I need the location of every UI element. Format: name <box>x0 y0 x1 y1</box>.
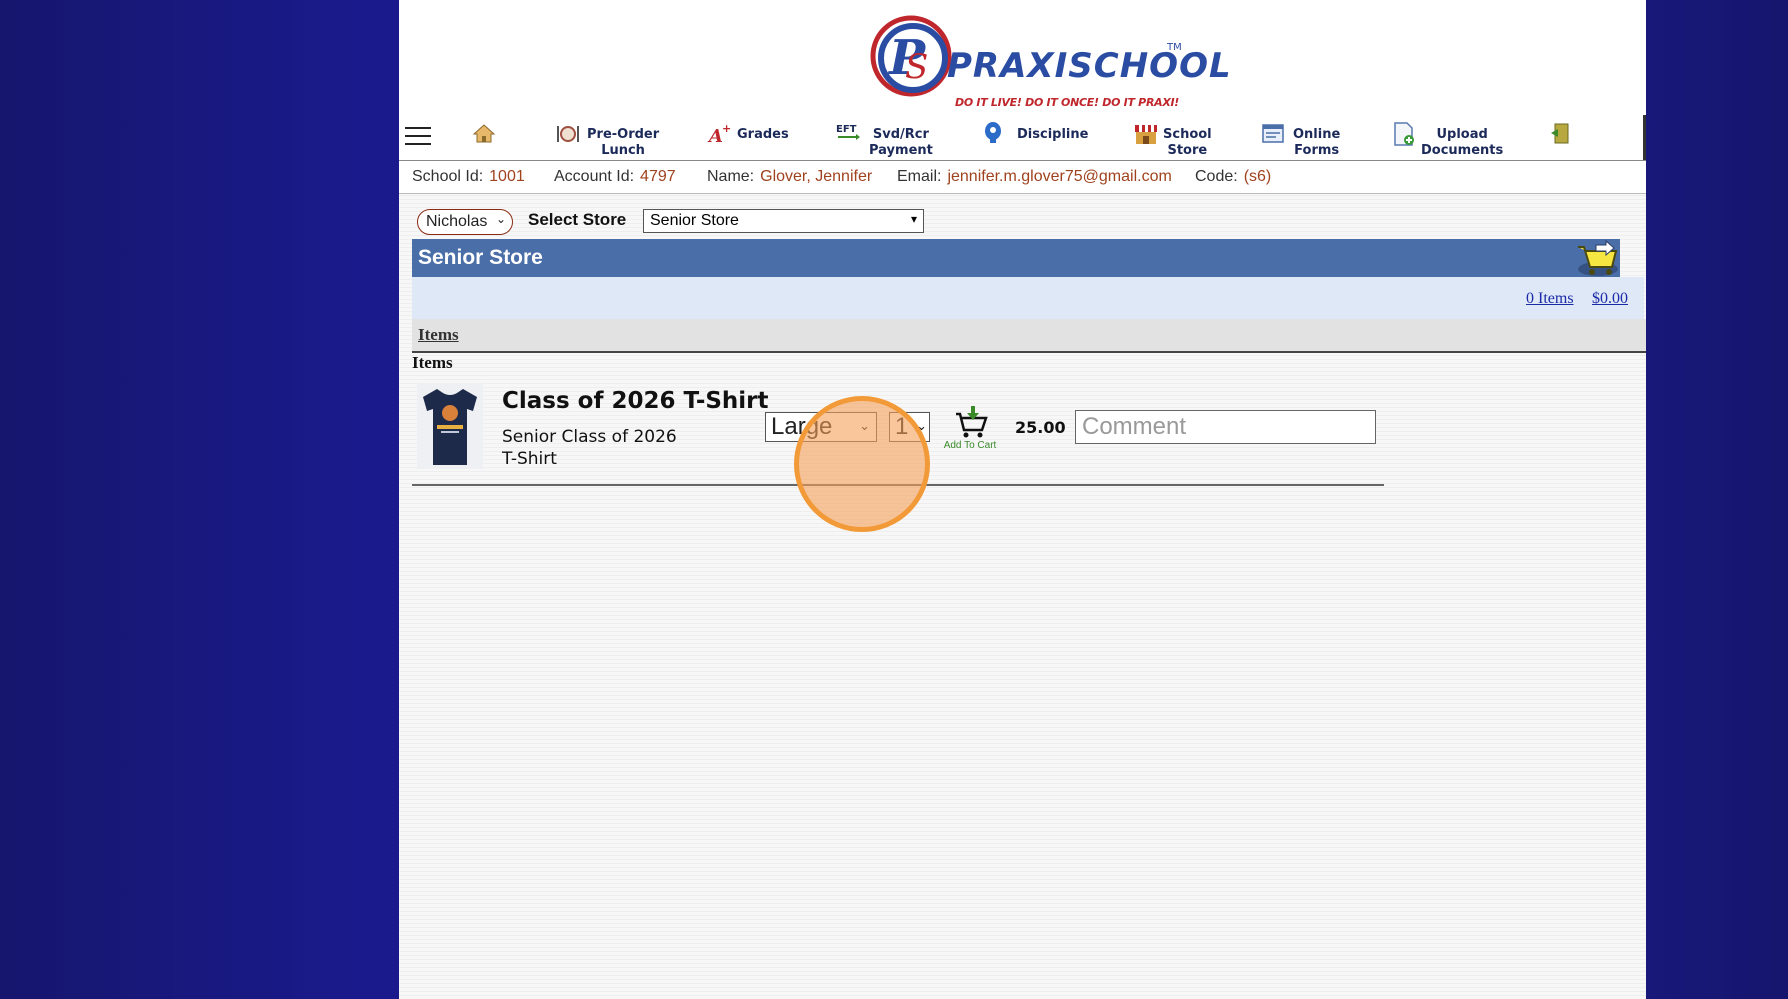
cart-items-link[interactable]: 0 Items <box>1526 290 1574 308</box>
forms-icon <box>1262 124 1284 143</box>
account-name: Name: Glover, Jennifer <box>707 168 872 186</box>
svg-text:A: A <box>707 126 723 147</box>
size-select-value: Large <box>771 413 833 440</box>
size-select[interactable]: Large ⌄ <box>765 412 877 442</box>
school-id-value: 1001 <box>489 168 525 185</box>
logo-swirl-icon: P S <box>870 15 952 97</box>
header: P S PRAXISCHOOL TM DO IT LIVE! DO IT ONC… <box>399 0 1646 115</box>
praxischool-logo[interactable]: P S PRAXISCHOOL TM DO IT LIVE! DO IT ONC… <box>869 8 1231 113</box>
svg-text:S: S <box>905 47 928 87</box>
chevron-down-icon: ⌄ <box>495 212 506 226</box>
account-info-bar: School Id: 1001 Account Id: 4797 Name: Glov… <box>399 161 1646 194</box>
add-to-cart-button[interactable]: Add To Cart <box>942 404 998 451</box>
email-value: jennifer.m.glover75@gmail.com <box>947 168 1172 185</box>
nav-edge <box>1643 115 1646 160</box>
store-select-value: Senior Store <box>650 212 739 229</box>
add-to-cart-icon <box>956 406 988 438</box>
chevron-down-icon: ⌄ <box>859 418 870 433</box>
upload-icon <box>1394 122 1414 146</box>
account-code: Code: (s6) <box>1195 168 1271 186</box>
nav-label: Upload Documents <box>1421 127 1504 158</box>
name-label: Name: <box>707 168 755 185</box>
logout-icon <box>1551 123 1569 144</box>
chevron-down-icon: ⌄ <box>916 418 927 433</box>
product-description: Senior Class of 2026 T-Shirt <box>502 427 677 469</box>
store-banner: Senior Store <box>412 239 1620 277</box>
store-title: Senior Store <box>418 246 543 269</box>
trademark: TM <box>1167 42 1182 53</box>
menu-icon[interactable] <box>405 127 431 147</box>
account-id-label: Account Id: <box>554 168 635 185</box>
school-id: School Id: 1001 <box>412 168 525 186</box>
tab-items[interactable]: Items <box>418 325 459 345</box>
tshirt-image[interactable] <box>417 383 483 469</box>
tagline: DO IT LIVE! DO IT ONCE! DO IT PRAXI! <box>955 96 1180 109</box>
product-row: Class of 2026 T-Shirt Senior Class of 20… <box>412 380 1384 486</box>
brand-name: PRAXISCHOOL <box>947 46 1232 86</box>
child-select-value: Nicholas <box>426 213 488 230</box>
nav-label: Online Forms <box>1293 127 1341 158</box>
nav-label: School Store <box>1163 127 1212 158</box>
nav-label: Pre-Order Lunch <box>587 127 660 158</box>
email-label: Email: <box>897 168 942 185</box>
cart-checkout-icon[interactable] <box>1572 239 1620 279</box>
main-nav: Pre-Order Lunch A + Grades EFT Svd/Rcr P… <box>399 115 1646 161</box>
quantity-select-value: 1 <box>895 413 909 440</box>
account-id: Account Id: 4797 <box>554 168 676 186</box>
comment-input[interactable] <box>1075 410 1376 444</box>
chevron-down-icon: ▾ <box>910 212 917 226</box>
select-store-label: Select Store <box>528 210 627 229</box>
store-select[interactable]: Senior Store ▾ <box>643 209 924 233</box>
add-to-cart-label: Add To Cart <box>943 440 997 451</box>
child-select[interactable]: Nicholas ⌄ <box>417 209 513 235</box>
code-value: (s6) <box>1243 168 1272 185</box>
cart-total-link[interactable]: $0.00 <box>1592 290 1628 308</box>
eft-icon: EFT <box>836 124 860 140</box>
cart-summary: 0 Items $0.00 <box>412 277 1644 319</box>
name-value: Glover, Jennifer <box>760 168 873 185</box>
store-selector-row: Nicholas ⌄ Select Store Senior Store ▾ <box>399 205 1646 239</box>
account-email: Email: jennifer.m.glover75@gmail.com <box>897 168 1172 186</box>
nav-label: Svd/Rcr Payment <box>869 127 933 158</box>
svg-text:EFT: EFT <box>836 124 857 135</box>
discipline-icon <box>985 122 1001 143</box>
items-heading: Items <box>412 353 453 372</box>
quantity-select[interactable]: 1 ⌄ <box>889 412 930 442</box>
lunch-icon <box>557 126 579 142</box>
page: P S PRAXISCHOOL TM DO IT LIVE! DO IT ONC… <box>399 0 1646 999</box>
store-icon <box>1135 125 1157 144</box>
school-id-label: School Id: <box>412 168 484 185</box>
product-price: 25.00 <box>1015 418 1066 437</box>
items-tab-bar: Items <box>412 319 1646 353</box>
svg-text:+: + <box>722 122 731 135</box>
grades-icon: A + <box>707 122 731 147</box>
account-id-value: 4797 <box>640 168 676 185</box>
nav-label: Discipline <box>1017 127 1089 142</box>
product-name: Class of 2026 T-Shirt <box>502 388 769 414</box>
home-icon <box>472 124 496 143</box>
code-label: Code: <box>1195 168 1238 185</box>
nav-label: Grades <box>737 127 789 142</box>
